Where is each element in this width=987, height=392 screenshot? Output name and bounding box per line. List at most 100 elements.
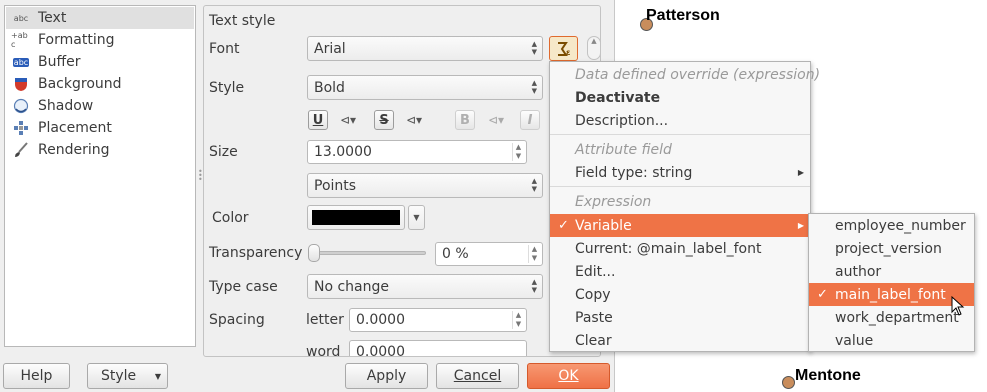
menu-item-variable[interactable]: ✓ Variable ▶	[550, 214, 810, 237]
unit-value: Points	[314, 177, 357, 194]
city-point-marker	[782, 376, 795, 389]
menu-item-description[interactable]: Description...	[550, 109, 810, 132]
help-button[interactable]: Help	[3, 363, 70, 389]
spin-arrows-icon[interactable]: ▲ ▼	[512, 311, 524, 329]
label-category-list: abc Text +ab c Formatting abc Buffer Bac…	[4, 5, 196, 347]
menu-header-attribute: Attribute field	[575, 141, 672, 158]
transparency-value: 0 %	[442, 246, 469, 262]
word-label: word	[306, 344, 341, 357]
cancel-button[interactable]: Cancel	[436, 363, 519, 389]
combo-arrows-icon: ▲ ▼	[531, 177, 537, 193]
style-combo[interactable]: Bold ▲ ▼	[307, 75, 543, 100]
shadow-icon	[11, 98, 31, 114]
transparency-slider-track[interactable]	[310, 251, 426, 255]
menu-item-field-type[interactable]: Field type: string ▶	[550, 161, 810, 184]
typecase-value: No change	[314, 278, 390, 295]
style-menu-button[interactable]: Style ▼	[87, 363, 168, 389]
font-combo[interactable]: Arial ▲ ▼	[307, 36, 543, 61]
color-label: Color	[212, 210, 249, 226]
underline-override-icon[interactable]: ⊲▾	[337, 111, 359, 129]
variable-submenu: employee_number project_version author ✓…	[808, 213, 975, 352]
field-type-label: Field type: string	[575, 164, 693, 181]
color-swatch	[312, 210, 400, 225]
brush-icon	[11, 142, 31, 158]
submenu-item-project-version[interactable]: project_version	[809, 237, 974, 260]
transparency-label: Transparency	[209, 245, 303, 261]
font-value: Arial	[314, 40, 346, 57]
text-icon: abc	[13, 13, 29, 23]
category-background[interactable]: Background	[6, 73, 194, 95]
menu-separator	[550, 134, 810, 135]
menu-item-deactivate[interactable]: Deactivate	[550, 86, 810, 109]
expression-icon: ε	[557, 41, 570, 57]
size-spinbox[interactable]: 13.0000 ▲ ▼	[307, 140, 527, 164]
style-value: Bold	[314, 79, 345, 96]
combo-arrows-icon: ▲ ▼	[531, 40, 537, 56]
spin-arrows-icon[interactable]: ▲ ▼	[528, 245, 540, 263]
svg-text:ε: ε	[566, 48, 570, 57]
category-placement[interactable]: Placement	[6, 117, 194, 139]
chevron-right-icon: ▶	[797, 168, 804, 177]
panel-title: Text style	[209, 13, 276, 29]
chevron-right-icon: ▶	[797, 221, 804, 230]
layer-properties-dialog: abc Text +ab c Formatting abc Buffer Bac…	[0, 0, 615, 392]
category-rendering[interactable]: Rendering	[6, 139, 194, 161]
chevron-down-icon: ▼	[154, 371, 161, 381]
letter-label: letter	[306, 312, 344, 328]
transparency-spinbox[interactable]: 0 % ▲ ▼	[435, 242, 543, 266]
category-text[interactable]: abc Text	[6, 7, 194, 29]
text-style-panel: Text style Font Arial ▲ ▼ Style Bold ▲ ▼ U…	[203, 5, 601, 357]
menu-separator	[550, 186, 810, 187]
category-buffer[interactable]: abc Buffer	[6, 51, 194, 73]
submenu-item-main-label-font[interactable]: ✓ main_label_font	[809, 283, 974, 306]
size-label: Size	[209, 144, 238, 160]
background-shield-icon	[11, 76, 31, 92]
strikeout-button[interactable]: S	[374, 110, 394, 130]
combo-arrows-icon: ▲ ▼	[531, 278, 537, 294]
panel-scrollbar[interactable]: ▲	[587, 36, 601, 60]
submenu-item-value[interactable]: value	[809, 329, 974, 352]
menu-header-expression: Expression	[575, 193, 652, 210]
city-label-mentone: Mentone	[795, 367, 861, 384]
spacing-label: Spacing	[209, 312, 265, 328]
transparency-slider-handle[interactable]	[308, 244, 320, 262]
underline-button[interactable]: U	[308, 110, 328, 130]
ok-button[interactable]: OK	[527, 363, 610, 389]
word-value: 0.0000	[356, 344, 405, 357]
font-label: Font	[209, 41, 240, 57]
menu-item-edit[interactable]: Edit...	[550, 260, 810, 283]
letter-spacing-spinbox[interactable]: 0.0000 ▲ ▼	[349, 308, 527, 332]
category-shadow[interactable]: Shadow	[6, 95, 194, 117]
strikeout-override-icon[interactable]: ⊲▾	[403, 111, 425, 129]
apply-button[interactable]: Apply	[345, 363, 428, 389]
data-defined-override-button[interactable]: ε	[549, 36, 578, 61]
submenu-item-work-department[interactable]: work_department	[809, 306, 974, 329]
placement-icon	[11, 120, 31, 136]
spin-arrows-icon[interactable]: ▲ ▼	[512, 143, 524, 161]
splitter-handle[interactable]: • • •	[198, 168, 203, 184]
mouse-cursor-icon	[951, 296, 965, 316]
letter-value: 0.0000	[356, 312, 405, 328]
typecase-combo[interactable]: No change ▲ ▼	[307, 274, 543, 299]
bold-override-icon[interactable]: ⊲▾	[485, 111, 507, 129]
style-button-label: Style	[101, 368, 137, 384]
category-formatting[interactable]: +ab c Formatting	[6, 29, 194, 51]
menu-item-clear[interactable]: Clear	[550, 329, 810, 352]
size-unit-combo[interactable]: Points ▲ ▼	[307, 173, 543, 198]
variable-label: Variable	[575, 217, 632, 234]
city-label-patterson: Patterson	[646, 7, 720, 24]
color-button[interactable]	[307, 205, 405, 230]
menu-item-copy[interactable]: Copy	[550, 283, 810, 306]
main-label-font-label: main_label_font	[835, 286, 946, 303]
italic-button[interactable]: I	[520, 110, 540, 130]
word-spacing-spinbox[interactable]: 0.0000	[349, 340, 527, 357]
submenu-item-author[interactable]: author	[809, 260, 974, 283]
menu-item-current[interactable]: Current: @main_label_font	[550, 237, 810, 260]
size-value: 13.0000	[314, 144, 372, 160]
bold-button[interactable]: B	[455, 110, 475, 130]
color-dropdown-button[interactable]: ▼	[408, 205, 425, 230]
checkmark-icon: ✓	[558, 218, 569, 233]
menu-item-paste[interactable]: Paste	[550, 306, 810, 329]
checkmark-icon: ✓	[817, 287, 828, 302]
submenu-item-employee-number[interactable]: employee_number	[809, 214, 974, 237]
